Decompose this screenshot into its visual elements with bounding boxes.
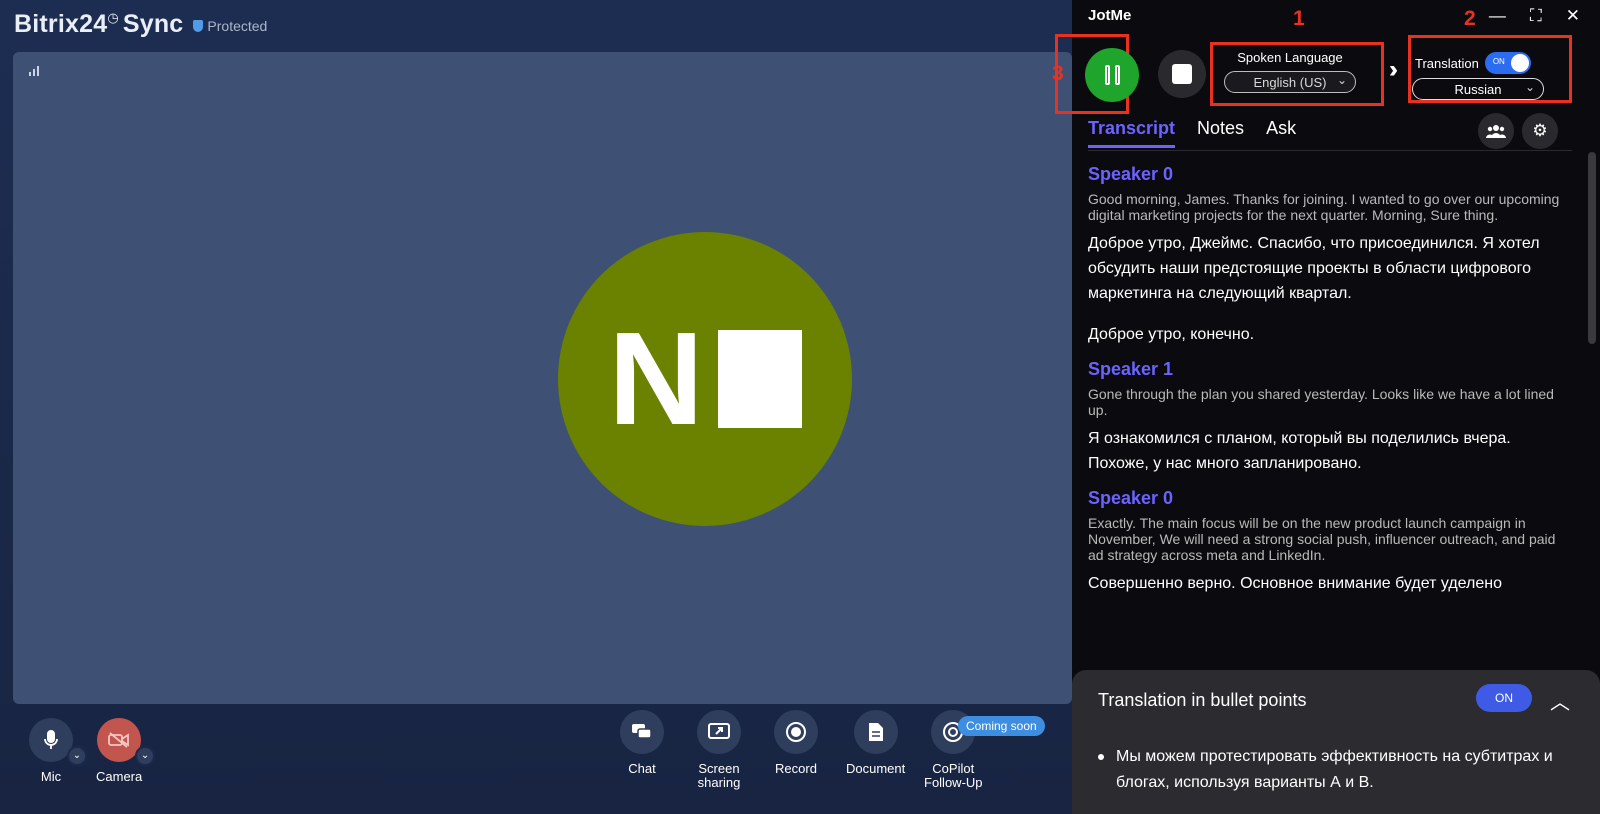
- annotation-number-3: 3: [1052, 62, 1064, 85]
- transcript-scrollbar[interactable]: [1588, 152, 1596, 344]
- transcript-list[interactable]: Speaker 0 Good morning, James. Thanks fo…: [1088, 164, 1564, 648]
- spoken-language-select[interactable]: English (US) ⌄: [1224, 71, 1356, 93]
- pause-icon-bar: [1114, 65, 1120, 85]
- signal-strength-icon: [29, 66, 39, 76]
- tab-transcript[interactable]: Transcript: [1088, 118, 1176, 148]
- original-text: Gone through the plan you shared yesterd…: [1088, 386, 1554, 418]
- pause-icon: [1104, 65, 1110, 85]
- translated-text: Доброе утро, конечно.: [1088, 326, 1255, 343]
- bitrix-header: Bitrix24◷ Sync Protected: [14, 8, 267, 40]
- record-label: Record: [775, 761, 817, 776]
- translation-language-select[interactable]: Russian ⌄: [1412, 78, 1544, 100]
- gear-icon[interactable]: ⚙: [1522, 113, 1558, 149]
- bullet-panel-title: Translation in bullet points: [1098, 690, 1307, 710]
- screen-sharing-label-2: sharing: [697, 775, 741, 790]
- translation-label: Translation: [1415, 55, 1479, 71]
- bullet-text: Мы можем протестировать эффективность на…: [1116, 748, 1553, 791]
- stop-icon: [1172, 64, 1192, 84]
- transcript-segment: Speaker 0 Good morning, James. Thanks fo…: [1088, 164, 1564, 347]
- participants-icon[interactable]: [1478, 113, 1514, 149]
- spoken-language-label: Spoken Language: [1237, 50, 1343, 65]
- jotme-title: JotMe: [1088, 7, 1132, 24]
- bullet-dot: [1098, 754, 1104, 760]
- chat-button[interactable]: Chat: [620, 710, 664, 776]
- speaker-name: Speaker 0: [1088, 164, 1174, 184]
- participant-avatar: N: [558, 232, 852, 526]
- screen-sharing-button[interactable]: Screen sharing: [697, 710, 741, 790]
- bitrix-logo-text: Bitrix24: [14, 9, 108, 38]
- avatar-square-shape: [717, 330, 802, 428]
- minimize-icon[interactable]: —: [1489, 6, 1506, 26]
- bullet-points-panel: Translation in bullet points ON ︿ Мы мож…: [1072, 670, 1600, 814]
- translated-text: Совершенно верно. Основное внимание буде…: [1088, 575, 1503, 592]
- mic-label: Mic: [40, 769, 62, 784]
- tab-notes[interactable]: Notes: [1197, 118, 1244, 148]
- bitrix-logo: Bitrix24◷ Sync: [14, 10, 183, 39]
- translated-text: Я ознакомился с планом, который вы подел…: [1088, 430, 1511, 472]
- camera-label: Camera: [96, 769, 143, 784]
- stop-button[interactable]: [1158, 50, 1206, 98]
- document-icon: [853, 710, 898, 754]
- shield-icon: [193, 20, 204, 32]
- translation-toggle[interactable]: ON: [1484, 52, 1531, 74]
- document-button[interactable]: Document: [846, 710, 905, 776]
- clock-icon: ◷: [107, 10, 119, 26]
- camera-off-icon: ⌄: [97, 718, 156, 766]
- chat-label: Chat: [628, 761, 656, 776]
- record-icon: [774, 710, 818, 754]
- list-item: Мы можем протестировать эффективность на…: [1098, 744, 1558, 796]
- camera-options-chevron-icon[interactable]: ⌄: [135, 746, 156, 766]
- protected-badge: Protected: [193, 18, 267, 34]
- screen-sharing-label-1: Screen: [698, 761, 740, 776]
- bitrix-meeting-window: Bitrix24◷ Sync Protected N ⌄ Mic ⌄ Camer…: [0, 0, 1072, 814]
- collapse-chevron-up-icon[interactable]: ︿: [1550, 686, 1570, 715]
- fullscreen-icon[interactable]: ⛶: [1530, 6, 1542, 26]
- speaker-name: Speaker 0: [1088, 488, 1174, 508]
- translation-block: Translation ON Russian ⌄: [1412, 48, 1548, 100]
- bitrix-logo-suffix: Sync: [122, 9, 184, 38]
- camera-button[interactable]: ⌄ Camera: [96, 718, 156, 784]
- screen-share-icon: [697, 710, 741, 754]
- transcript-segment: Speaker 1 Gone through the plan you shar…: [1088, 359, 1564, 476]
- tab-bar: Transcript Notes Ask: [1088, 118, 1296, 148]
- mic-icon: ⌄: [29, 718, 87, 766]
- jotme-panel: JotMe — ⛶ ✕ 1 2 3 Spoken Language Englis…: [1052, 0, 1600, 814]
- pause-button[interactable]: [1085, 48, 1139, 102]
- spoken-language-value: English (US): [1253, 74, 1327, 90]
- mic-options-chevron-icon[interactable]: ⌄: [67, 746, 87, 766]
- window-controls: — ⛶ ✕: [1489, 6, 1580, 26]
- tab-ask[interactable]: Ask: [1266, 118, 1296, 148]
- participant-video-tile[interactable]: N: [13, 52, 1072, 704]
- meeting-toolbar: ⌄ Mic ⌄ Camera Chat Screen sharing Recor…: [0, 710, 1072, 814]
- translation-language-value: Russian: [1454, 81, 1502, 97]
- protected-label: Protected: [207, 18, 268, 34]
- coming-soon-badge: Coming soon: [958, 716, 1045, 736]
- original-text: Exactly. The main focus will be on the n…: [1088, 515, 1556, 563]
- toggle-knob: [1510, 54, 1529, 72]
- tab-divider: [1088, 150, 1572, 151]
- bullet-panel-toggle[interactable]: ON: [1476, 684, 1532, 712]
- avatar-initial: N: [608, 305, 704, 452]
- chevron-down-icon: ⌄: [1336, 73, 1347, 87]
- chat-icon: [620, 710, 664, 754]
- chevron-down-icon: ⌄: [1524, 80, 1535, 94]
- speaker-name: Speaker 1: [1088, 359, 1174, 379]
- translation-toggle-text: ON: [1492, 57, 1505, 66]
- mic-button[interactable]: ⌄ Mic: [29, 718, 87, 784]
- annotation-number-1: 1: [1293, 7, 1305, 30]
- document-label: Document: [846, 761, 906, 776]
- spoken-language-block: Spoken Language English (US) ⌄: [1218, 48, 1362, 93]
- close-icon[interactable]: ✕: [1566, 6, 1580, 26]
- translated-text: Доброе утро, Джеймс. Спасибо, что присое…: [1088, 235, 1540, 302]
- original-text: Good morning, James. Thanks for joining.…: [1088, 191, 1560, 223]
- record-button[interactable]: Record: [774, 710, 818, 776]
- copilot-label-2: Follow-Up: [924, 775, 983, 790]
- annotation-number-2: 2: [1464, 7, 1476, 30]
- transcript-segment: Speaker 0 Exactly. The main focus will b…: [1088, 488, 1564, 596]
- copilot-label-1: CoPilot: [932, 761, 975, 776]
